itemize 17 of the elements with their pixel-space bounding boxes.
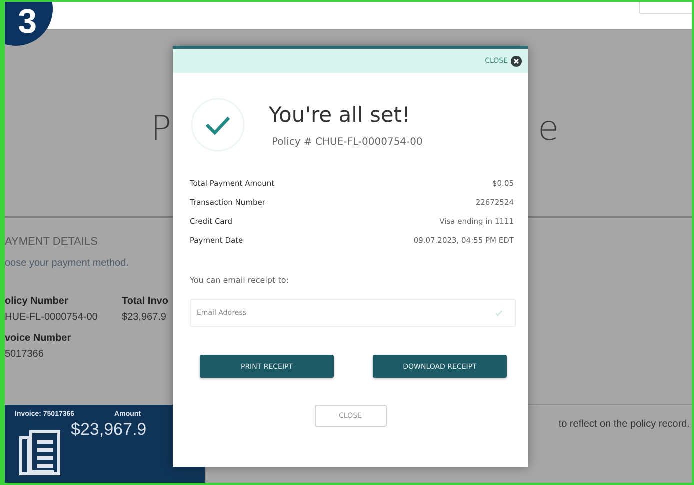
field-value: 5017366	[5, 349, 45, 360]
policy-number: Policy # CHUE-FL-0000754-00	[272, 136, 423, 148]
field-label: olicy Number	[5, 296, 70, 307]
header-button[interactable]	[639, 2, 692, 14]
field-label: Total Invo	[122, 296, 170, 307]
modal-title: You're all set!	[269, 102, 412, 126]
page-title: e	[538, 109, 559, 149]
email-label: You can email receipt to:	[190, 276, 290, 285]
section-hint: oose your payment method.	[5, 258, 130, 269]
check-icon	[495, 310, 503, 317]
check-icon	[191, 98, 245, 152]
document-icon	[19, 428, 63, 476]
invoice-amount: $23,967.9	[71, 420, 147, 441]
field-label: voice Number	[5, 333, 72, 344]
page-title: P	[151, 109, 172, 149]
field-value: HUE-FL-0000754-00	[5, 312, 99, 323]
close-icon	[511, 56, 522, 66]
